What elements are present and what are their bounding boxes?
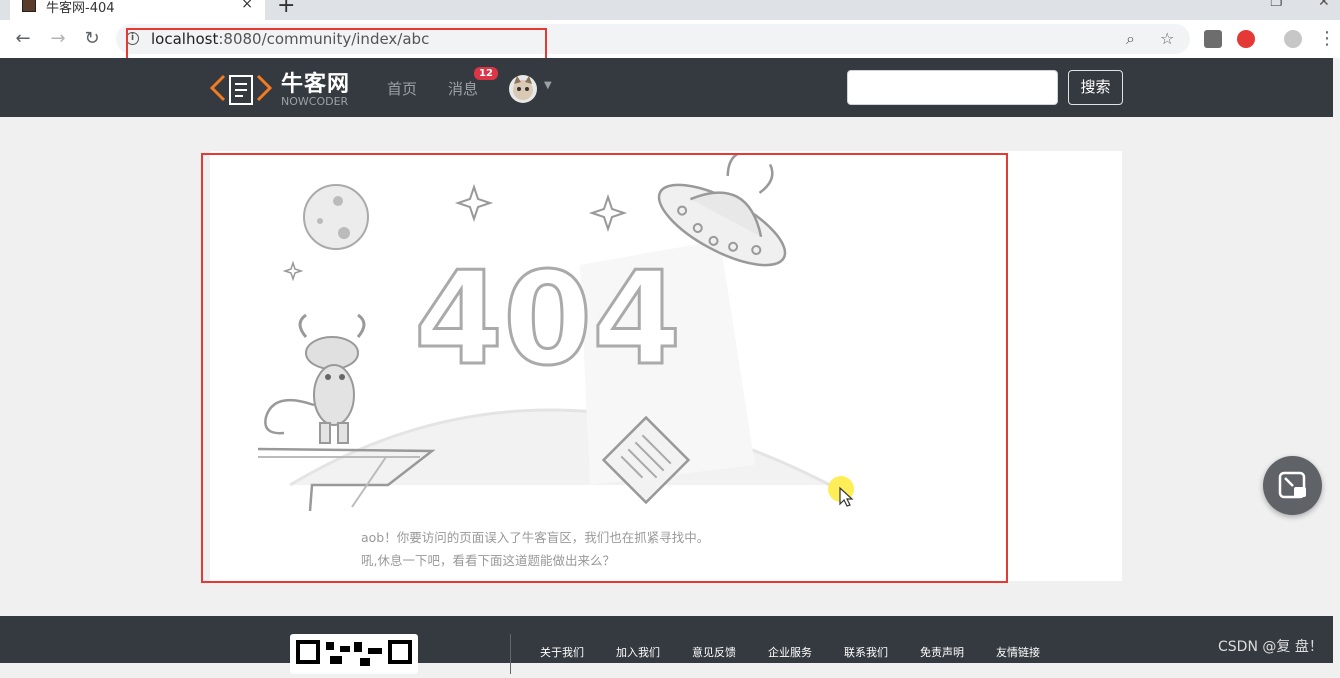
logo-subtitle: NOWCODER (281, 95, 349, 108)
logo-icon[interactable] (210, 68, 272, 108)
menu-dots-icon[interactable]: ⋮ (1316, 28, 1338, 49)
reload-icon[interactable]: ↻ (81, 28, 103, 49)
footer-link-join[interactable]: 加入我们 (616, 644, 660, 660)
picture-in-picture-button[interactable] (1263, 456, 1322, 515)
qr-code (290, 634, 418, 674)
nav-home[interactable]: 首页 (387, 78, 417, 99)
footer-divider (510, 634, 511, 674)
bookmark-star-icon[interactable]: ☆ (1160, 29, 1174, 48)
back-arrow-icon[interactable]: ← (12, 28, 34, 49)
search-input[interactable] (847, 70, 1058, 105)
cursor-icon (839, 486, 854, 507)
watermark: CSDN @复 盘！ (1218, 639, 1323, 655)
panel-highlight-box (201, 153, 1008, 583)
browser-tab[interactable]: 牛客网-404 × (10, 0, 265, 20)
search-button[interactable]: 搜索 (1068, 70, 1123, 105)
close-tab-icon[interactable]: × (241, 0, 253, 12)
site-header: 牛客网 NOWCODER 首页 消息 12 ▼ 搜索 (0, 58, 1333, 117)
zoom-icon[interactable]: ⌕ (1126, 29, 1135, 49)
footer-link-disclaimer[interactable]: 免责声明 (920, 644, 964, 660)
adblock-icon[interactable] (1237, 30, 1255, 48)
scrollbar[interactable] (1333, 58, 1340, 663)
footer-link-about[interactable]: 关于我们 (540, 644, 584, 660)
cat-avatar-icon (513, 76, 533, 100)
nav-messages[interactable]: 消息 (448, 78, 478, 99)
footer-link-contact[interactable]: 联系我们 (844, 644, 888, 660)
footer-link-friends[interactable]: 友情链接 (996, 644, 1040, 660)
tab-strip: 牛客网-404 × + ❐ ✕ (0, 0, 1340, 20)
footer-link-enterprise[interactable]: 企业服务 (768, 644, 812, 660)
site-footer: 关于我们 加入我们 意见反馈 企业服务 联系我们 免责声明 友情链接 (0, 616, 1333, 674)
message-count-badge: 12 (474, 67, 498, 80)
new-tab-button[interactable]: + (277, 0, 295, 18)
avatar[interactable] (509, 75, 537, 103)
profile-icon[interactable] (1284, 30, 1302, 48)
tab-title: 牛客网-404 (46, 1, 115, 16)
close-window-icon[interactable]: ✕ (1318, 0, 1330, 10)
chevron-down-icon[interactable]: ▼ (544, 80, 552, 91)
logo-text[interactable]: 牛客网 (281, 66, 350, 98)
pip-icon (1278, 471, 1306, 499)
forward-arrow-icon[interactable]: → (47, 28, 69, 49)
extension-icon[interactable] (1204, 30, 1222, 48)
restore-window-icon[interactable]: ❐ (1270, 0, 1283, 10)
footer-link-feedback[interactable]: 意见反馈 (692, 644, 736, 660)
favicon-icon (22, 0, 36, 12)
